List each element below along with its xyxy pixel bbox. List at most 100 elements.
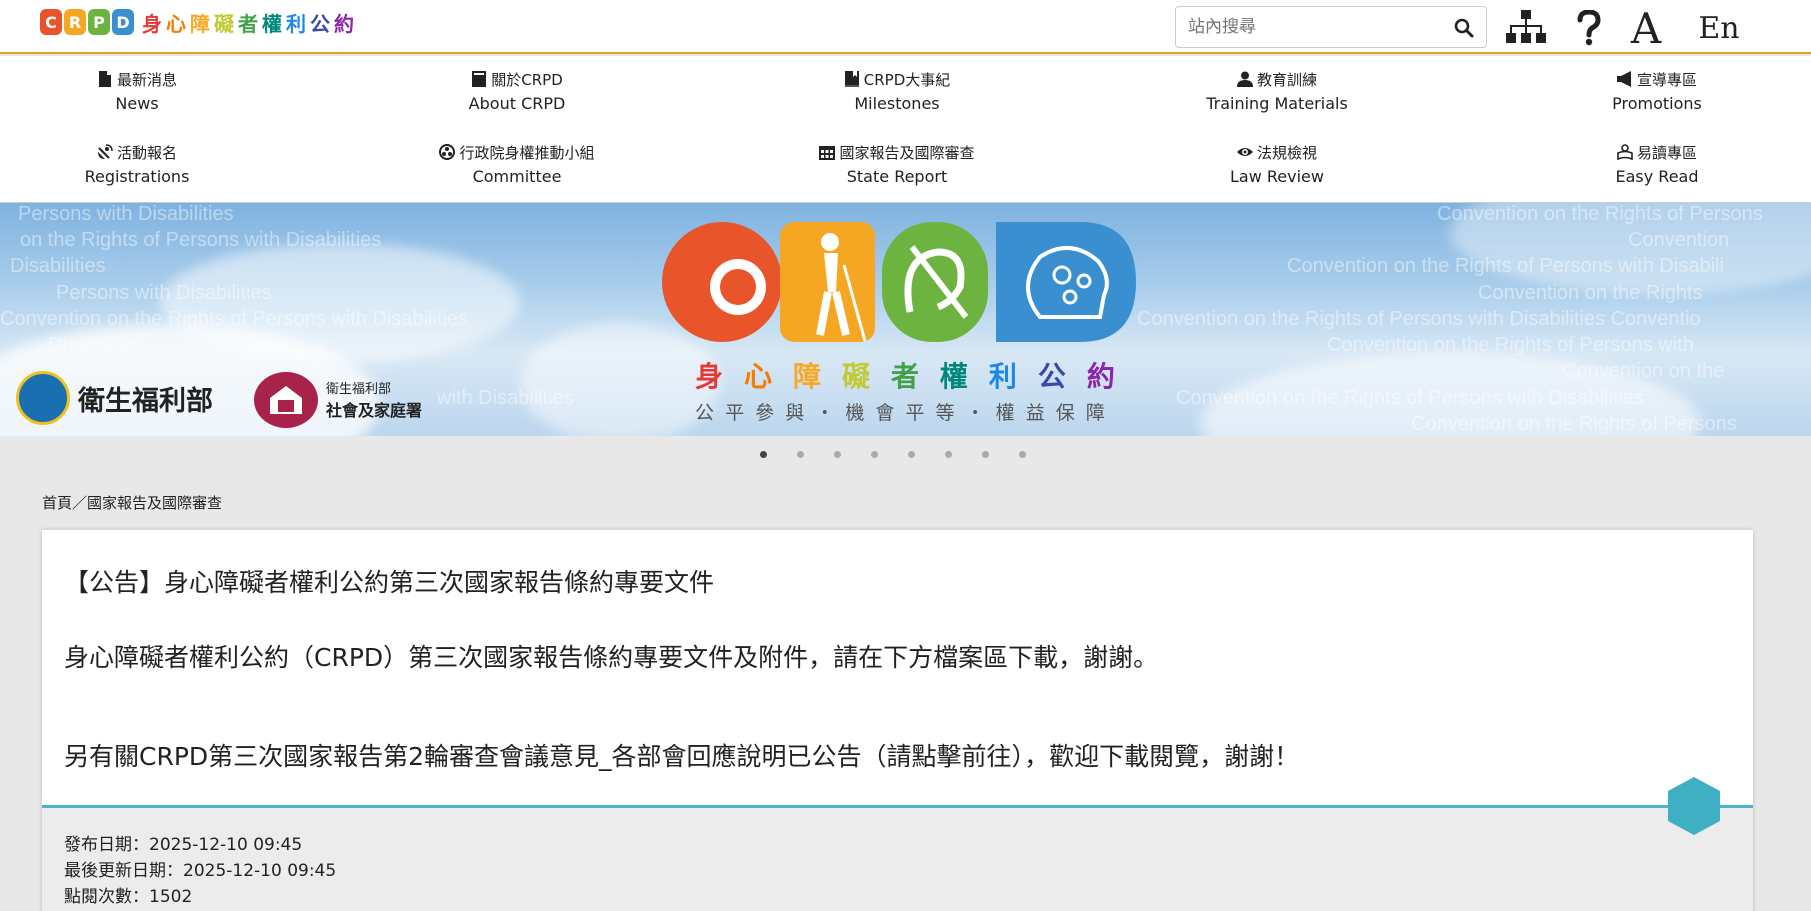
nav-label-en: Committee <box>472 167 562 186</box>
publish-date: 發布日期：2025-12-10 09:45 <box>64 835 303 855</box>
nav-item-state-report[interactable]: 國家報告及國際審查 State Report <box>777 141 1017 186</box>
sfaa-logo: 衛生福利部 社會及家庭署 <box>254 372 422 428</box>
search-input[interactable] <box>1176 7 1436 47</box>
carousel-dot[interactable] <box>1019 451 1026 458</box>
banner-bg-text: Convention on the Rights of Persons with <box>1327 334 1694 356</box>
article-card: 【公告】身心障礙者權利公約第三次國家報告條約專要文件 身心障礙者權利公約（CRP… <box>42 530 1753 911</box>
nav-item-training[interactable]: 教育訓練 Training Materials <box>1157 68 1397 114</box>
logo-letter-c: C <box>40 9 62 35</box>
banner-bg-text: Convention on the Rights of Persons <box>1411 413 1737 435</box>
nav-label-zh: 宣導專區 <box>1636 70 1697 89</box>
nav-label-zh: 最新消息 <box>116 70 177 89</box>
nav-label-zh: 法規檢視 <box>1256 143 1317 162</box>
nav-label-zh: 活動報名 <box>116 143 177 162</box>
banner-bg-text: Disabilities <box>10 255 106 277</box>
banner-bg-text: Convention on the Rights of Persons with… <box>1176 387 1645 409</box>
nav-item-easy-read[interactable]: 易讀專區 Easy Read <box>1537 141 1777 187</box>
nav-label-zh: 行政院身權推動小組 <box>459 143 595 162</box>
nav-label-zh: 關於CRPD <box>491 70 563 89</box>
hero-banner[interactable]: Convention on the Rights of Persons Conv… <box>0 203 1811 436</box>
nav-label-en: State Report <box>846 167 948 186</box>
sfaa-line1: 衛生福利部 <box>326 382 392 397</box>
banner-bg-text: on the Rights of Persons with Disabiliti… <box>20 229 382 251</box>
article-paragraph: 身心障礙者權利公約（CRPD）第三次國家報告條約專要文件及附件，請在下方檔案區下… <box>64 643 1159 672</box>
banner-bg-text: Convention on the Rights of Persons <box>1437 203 1763 225</box>
nav-label-en: News <box>115 94 159 113</box>
calendar-icon <box>819 146 836 160</box>
banner-bg-text: Convention on the Rights of Persons with… <box>1287 255 1724 277</box>
nav-label-en: Law Review <box>1230 167 1324 186</box>
nav-label-en: Easy Read <box>1615 167 1699 186</box>
search-box <box>1175 6 1487 48</box>
banner-bg-text: Convention on the <box>1562 360 1725 382</box>
nav-label-en: About CRPD <box>468 94 566 113</box>
nav-label-zh: 易讀專區 <box>1636 143 1697 162</box>
banner-bg-text: Disabilities <box>48 334 144 356</box>
nav-label-zh: 教育訓練 <box>1256 70 1317 89</box>
group-icon <box>439 144 456 160</box>
nav-item-milestones[interactable]: CRPD大事紀 Milestones <box>777 68 1017 113</box>
breadcrumb[interactable]: 首頁／國家報告及國際審查 <box>42 492 222 513</box>
carousel-dot[interactable] <box>797 451 804 458</box>
banner-title: 身 心 障 礙 者 權 利 公 約 <box>695 360 1115 393</box>
nav-item-about-crpd[interactable]: 關於CRPD About CRPD <box>397 68 637 114</box>
carousel-dot[interactable] <box>982 451 989 458</box>
nav-item-news[interactable]: 最新消息 News <box>17 68 257 113</box>
article-paragraph: 另有關CRPD第三次國家報告第2輪審查會議意見_各部會回應說明已公告（請點擊前往… <box>64 737 1299 773</box>
user-icon <box>1236 71 1253 87</box>
banner-bg-text: Convention on the Rights of Persons with… <box>1137 308 1701 330</box>
help-icon[interactable] <box>1574 8 1604 48</box>
nav-label-en: Promotions <box>1612 94 1702 113</box>
logo-letter-r: R <box>64 9 86 35</box>
nav-label-zh: 國家報告及國際審查 <box>839 143 975 162</box>
nav-item-committee[interactable]: 行政院身權推動小組 Committee <box>397 141 637 186</box>
banner-bg-text: Convention <box>1628 229 1730 251</box>
banner-bg-text: Persons with Disabilities <box>18 203 234 225</box>
article-title: 【公告】身心障礙者權利公約第三次國家報告條約專要文件 <box>64 568 715 597</box>
font-size-icon[interactable]: A <box>1626 4 1666 53</box>
site-header: C R P D 身 心 障 礙 者 權 利 公 約 A En <box>0 0 1811 54</box>
mohw-seal-icon <box>16 371 70 425</box>
banner-bg-text: Persons with Disabilities <box>56 282 272 304</box>
nav-item-registrations[interactable]: 活動報名 Registrations <box>17 141 257 187</box>
logo-wordmark: 身 心 障 礙 者 權 利 公 約 <box>142 11 354 36</box>
logo-letter-d: D <box>112 9 134 35</box>
mohw-logo: 衛生福利部 <box>16 371 213 425</box>
carousel-dot[interactable] <box>945 451 952 458</box>
language-switch-link[interactable]: En <box>1698 8 1740 48</box>
document-icon <box>98 71 111 87</box>
carousel-dot[interactable] <box>834 451 841 458</box>
megaphone-icon <box>1616 71 1631 87</box>
main-navigation: 最新消息 News 關於CRPD About CRPD CRPD大事紀 Mile… <box>0 56 1811 202</box>
satellite-dish-icon <box>97 144 113 159</box>
search-icon[interactable] <box>1452 16 1476 40</box>
sfaa-house-icon <box>254 372 318 428</box>
article-paragraph-tail: ，歡迎下載閱覽，謝謝！ <box>1024 742 1300 771</box>
crpd-logo-icon <box>662 222 1136 342</box>
mohw-name: 衛生福利部 <box>78 385 213 417</box>
site-logo[interactable]: C R P D 身 心 障 礙 者 權 利 公 約 <box>40 6 354 38</box>
folder-icon <box>472 71 487 87</box>
response-notice-link[interactable]: 另有關CRPD第三次國家報告第2輪審查會議意見_各部會回應說明已公告（請點擊前往… <box>64 742 1024 771</box>
carousel-dots <box>760 451 1026 458</box>
reader-icon <box>1617 144 1633 160</box>
banner-bg-text: with Disabilities <box>437 387 574 409</box>
bookmark-book-icon <box>844 71 859 87</box>
nav-label-en: Training Materials <box>1206 94 1348 113</box>
banner-subtitle: 公平參與・機會平等・權益保障 <box>695 402 1105 424</box>
banner-bg-text: Convention on the Rights <box>1478 282 1703 304</box>
back-to-top-button[interactable] <box>1668 777 1720 835</box>
carousel-dot-active[interactable] <box>760 451 767 458</box>
sfaa-line2: 社會及家庭署 <box>326 401 423 420</box>
carousel-dot[interactable] <box>871 451 878 458</box>
updated-date: 最後更新日期：2025-12-10 09:45 <box>64 861 337 881</box>
view-count: 點閱次數：1502 <box>64 887 193 907</box>
logo-letter-p: P <box>88 9 110 35</box>
nav-label-en: Milestones <box>854 94 940 113</box>
carousel-dot[interactable] <box>908 451 915 458</box>
eye-icon <box>1236 148 1253 156</box>
sitemap-icon[interactable] <box>1504 8 1548 48</box>
nav-item-promotions[interactable]: 宣導專區 Promotions <box>1537 68 1777 114</box>
nav-item-law-review[interactable]: 法規檢視 Law Review <box>1157 141 1397 187</box>
nav-label-en: Registrations <box>84 167 190 186</box>
